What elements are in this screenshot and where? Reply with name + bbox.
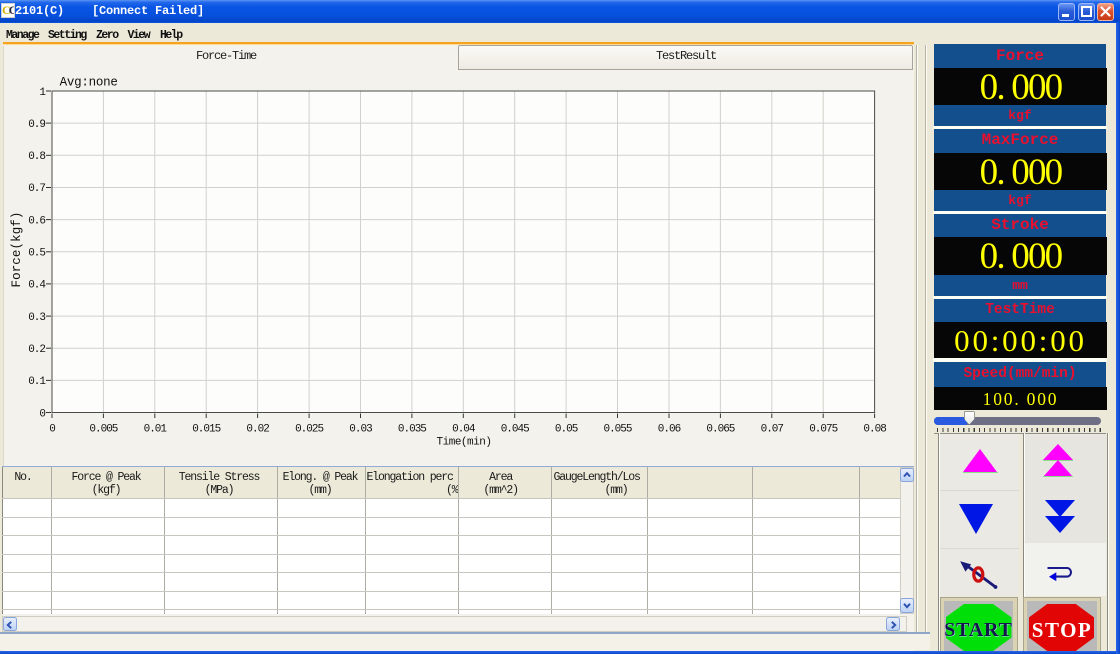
svg-text:0.03: 0.03 xyxy=(349,423,372,435)
svg-text:Force(kgf): Force(kgf) xyxy=(10,211,24,287)
svg-text:1: 1 xyxy=(39,87,46,99)
svg-text:0.08: 0.08 xyxy=(863,423,886,435)
svg-text:0.4: 0.4 xyxy=(28,280,46,292)
svg-text:0.1: 0.1 xyxy=(28,376,46,388)
svg-text:0.7: 0.7 xyxy=(28,183,45,195)
svg-text:0.02: 0.02 xyxy=(246,423,269,435)
svg-text:0.8: 0.8 xyxy=(28,151,45,163)
svg-text:0.035: 0.035 xyxy=(398,423,426,435)
svg-text:0.005: 0.005 xyxy=(89,423,117,435)
svg-text:0.2: 0.2 xyxy=(28,344,45,356)
svg-text:0.045: 0.045 xyxy=(501,423,529,435)
svg-text:0.075: 0.075 xyxy=(809,423,837,435)
svg-text:0.015: 0.015 xyxy=(192,423,220,435)
svg-text:0.04: 0.04 xyxy=(452,423,476,435)
svg-text:0.5: 0.5 xyxy=(28,248,45,260)
svg-text:0.9: 0.9 xyxy=(28,119,45,131)
svg-text:Avg:none: Avg:none xyxy=(60,75,118,89)
svg-text:0: 0 xyxy=(49,423,55,435)
svg-text:0.6: 0.6 xyxy=(28,215,45,227)
svg-text:0.3: 0.3 xyxy=(28,312,45,324)
svg-text:0.06: 0.06 xyxy=(658,423,681,435)
svg-text:0.07: 0.07 xyxy=(761,423,784,435)
svg-text:0.055: 0.055 xyxy=(603,423,631,435)
svg-text:Time(min): Time(min) xyxy=(437,436,492,448)
svg-text:0: 0 xyxy=(39,408,45,420)
svg-text:0.01: 0.01 xyxy=(144,423,168,435)
svg-text:0.065: 0.065 xyxy=(706,423,734,435)
svg-text:0.025: 0.025 xyxy=(295,423,323,435)
svg-text:0.05: 0.05 xyxy=(555,423,578,435)
